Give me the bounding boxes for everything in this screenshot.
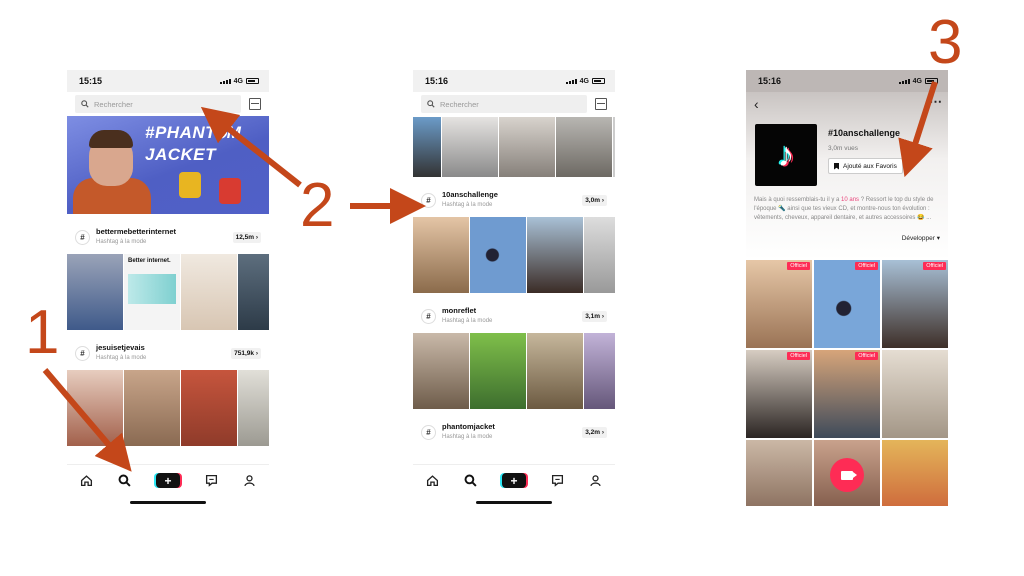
annotation-arrows [42, 81, 938, 472]
annotation-number-1: 1 [25, 298, 60, 367]
annotation-number-3: 3 [928, 8, 963, 77]
annotation-number-2: 2 [300, 171, 335, 240]
arrow-step2-left [200, 106, 302, 188]
arrow-step1 [42, 368, 132, 472]
arrow-step3 [898, 81, 938, 178]
